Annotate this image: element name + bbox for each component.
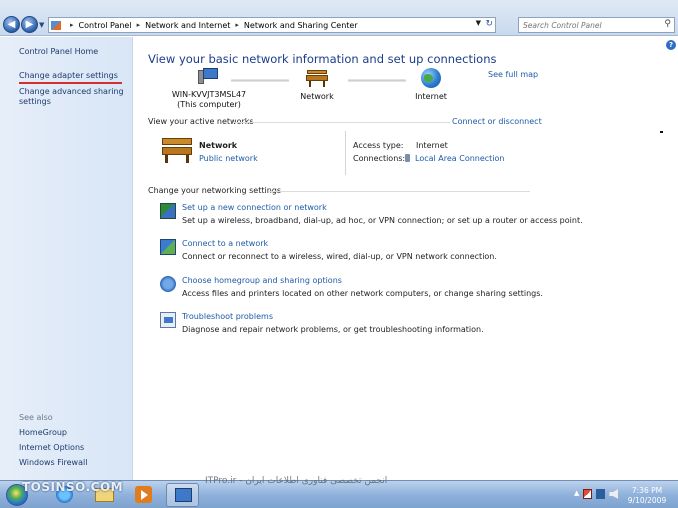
clock-date: 9/10/2009: [627, 496, 667, 505]
control-panel-icon: [51, 20, 61, 30]
breadcrumb[interactable]: ▸ Control Panel ▸ Network and Internet ▸…: [48, 17, 496, 33]
connections-label: Connections:: [353, 154, 406, 163]
change-settings-heading: Change your networking settings: [148, 186, 282, 195]
chevron-right-icon[interactable]: ▸: [137, 21, 141, 29]
homegroup-sharing-description: Access files and printers located on oth…: [182, 289, 543, 298]
tray-expand-icon[interactable]: ▲: [574, 489, 579, 499]
map-node-network[interactable]: Network: [292, 70, 342, 102]
taskbar-media-player[interactable]: [127, 483, 160, 507]
address-toolbar: ◀ ▶ ▼ ▸ Control Panel ▸ Network and Inte…: [0, 0, 678, 36]
homegroup-icon: [160, 276, 176, 292]
sidebar-item-control-panel-home[interactable]: Control Panel Home: [19, 47, 98, 57]
connections-value[interactable]: Local Area Connection: [415, 154, 505, 163]
search-icon[interactable]: ⚲: [664, 19, 671, 29]
sidebar-item-change-advanced-sharing-settings[interactable]: Change advanced sharing settings: [19, 87, 124, 107]
local-area-connection-link[interactable]: Local Area Connection: [405, 154, 505, 163]
page-title: View your basic network information and …: [148, 52, 497, 66]
breadcrumb-network-and-sharing-center[interactable]: Network and Sharing Center: [244, 21, 358, 30]
active-network-bench-icon: [162, 138, 192, 164]
connect-or-disconnect-link[interactable]: Connect or disconnect: [452, 117, 542, 126]
map-internet-label: Internet: [415, 92, 447, 101]
setup-connection-description: Set up a wireless, broadband, dial-up, a…: [182, 216, 583, 225]
computer-subtitle: (This computer): [177, 100, 241, 109]
map-connection-line: [231, 79, 289, 82]
troubleshoot-description: Diagnose and repair network problems, or…: [182, 325, 484, 334]
troubleshoot-icon: [160, 312, 176, 328]
forward-button[interactable]: ▶: [21, 16, 38, 33]
network-bench-icon: [306, 70, 328, 88]
search-input[interactable]: [523, 18, 651, 32]
troubleshoot-link[interactable]: Troubleshoot problems: [182, 312, 273, 321]
map-node-computer[interactable]: WIN-KVVJT3MSL47 (This computer): [169, 68, 249, 110]
back-arrow-icon: ◀: [7, 19, 16, 30]
see-also-heading: See also: [19, 413, 53, 422]
section-divider: [268, 191, 530, 192]
active-network-name: Network: [199, 141, 238, 150]
search-box[interactable]: ⚲: [518, 17, 675, 33]
watermark-tosinso: TOSINSO.COM: [22, 480, 124, 494]
sidebar-item-homegroup[interactable]: HomeGroup: [19, 428, 67, 438]
vertical-divider: [345, 131, 346, 175]
new-connection-icon: [160, 203, 176, 219]
media-player-icon: [135, 486, 152, 503]
access-type-label: Access type:: [353, 141, 404, 150]
breadcrumb-control-panel[interactable]: Control Panel: [79, 21, 132, 30]
system-tray: ▲: [574, 489, 619, 499]
refresh-icon[interactable]: ↻: [485, 19, 493, 29]
network-type-link[interactable]: Public network: [199, 154, 258, 163]
computer-name: WIN-KVVJT3MSL47: [171, 90, 247, 99]
map-connection-line: [348, 79, 406, 82]
clock[interactable]: 7:36 PM 9/10/2009: [618, 486, 676, 506]
see-full-map-link[interactable]: See full map: [488, 70, 538, 79]
access-type-value: Internet: [416, 141, 448, 150]
sidebar-item-change-adapter-settings[interactable]: Change adapter settings: [19, 71, 122, 84]
recent-pages-dropdown-icon[interactable]: ▼: [39, 21, 44, 29]
address-dropdown-icon[interactable]: ▼: [476, 19, 481, 27]
watermark-itpro: ITPro.ir - انجمن تخصصی فناوری اطلاعات ای…: [205, 476, 388, 486]
sidebar-item-windows-firewall[interactable]: Windows Firewall: [19, 458, 87, 468]
sidebar: Control Panel Home Change adapter settin…: [0, 37, 133, 480]
network-adapter-icon: [405, 154, 410, 162]
map-node-internet[interactable]: Internet: [406, 68, 456, 102]
connect-network-icon: [160, 239, 176, 255]
connect-to-network-link[interactable]: Connect to a network: [182, 239, 268, 248]
computer-icon: [198, 68, 220, 86]
homegroup-sharing-link[interactable]: Choose homegroup and sharing options: [182, 276, 342, 285]
back-button[interactable]: ◀: [3, 16, 20, 33]
main-content: ? View your basic network information an…: [134, 37, 678, 480]
setup-connection-link[interactable]: Set up a new connection or network: [182, 203, 327, 212]
taskbar-control-panel[interactable]: [166, 483, 199, 507]
scroll-marker: [660, 131, 663, 133]
control-panel-icon: [175, 488, 192, 502]
section-divider: [234, 122, 450, 123]
chevron-right-icon[interactable]: ▸: [70, 21, 74, 29]
globe-icon: [421, 68, 441, 88]
breadcrumb-network-and-internet[interactable]: Network and Internet: [145, 21, 230, 30]
help-icon[interactable]: ?: [666, 40, 676, 50]
chevron-right-icon[interactable]: ▸: [235, 21, 239, 29]
connect-to-network-description: Connect or reconnect to a wireless, wire…: [182, 252, 497, 261]
sidebar-item-internet-options[interactable]: Internet Options: [19, 443, 84, 453]
forward-arrow-icon: ▶: [25, 19, 34, 30]
network-tray-icon[interactable]: [596, 489, 606, 499]
action-center-flag-icon[interactable]: [583, 489, 593, 499]
clock-time: 7:36 PM: [631, 486, 663, 495]
map-network-label: Network: [300, 92, 334, 101]
